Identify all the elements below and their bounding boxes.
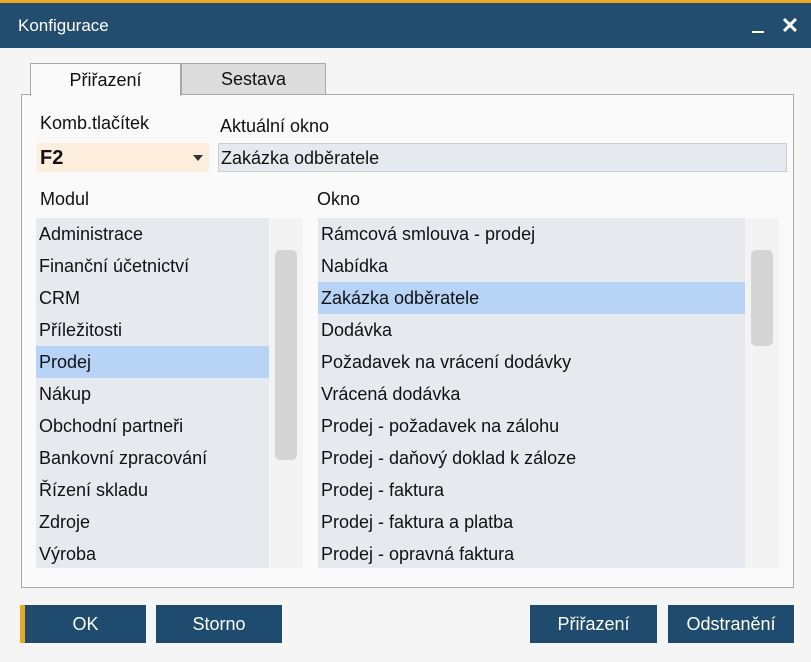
tab-report[interactable]: Sestava	[181, 63, 326, 95]
ok-button[interactable]: OK	[20, 605, 146, 643]
current-window-value: Zakázka odběratele	[221, 148, 380, 168]
module-item[interactable]: Zdroje	[36, 506, 269, 538]
button-combo-select[interactable]: F2	[37, 143, 209, 172]
cancel-button[interactable]: Storno	[156, 605, 282, 643]
module-list-label: Modul	[40, 189, 90, 209]
module-item[interactable]: Nákup	[36, 378, 269, 410]
window-item[interactable]: Prodej - opravná faktura	[318, 538, 745, 568]
tab-assignment[interactable]: Přiřazení	[30, 63, 181, 96]
title-bar: Konfigurace ✕	[0, 0, 811, 48]
module-item[interactable]: Administrace	[36, 218, 269, 250]
window-list[interactable]: Rámcová smlouva - prodej Nabídka Zakázka…	[318, 218, 745, 568]
module-item-selected[interactable]: Prodej	[36, 346, 269, 378]
close-icon: ✕	[780, 13, 800, 38]
current-window-label: Aktuální okno	[220, 116, 330, 136]
window-item[interactable]: Nabídka	[318, 250, 745, 282]
module-item[interactable]: Obchodní partneři	[36, 410, 269, 442]
current-window-field: Zakázka odběratele	[218, 143, 787, 172]
module-item[interactable]: Finanční účetnictví	[36, 250, 269, 282]
module-scroll-thumb[interactable]	[275, 250, 297, 460]
window-item[interactable]: Prodej - požadavek na zálohu	[318, 410, 745, 442]
window-item[interactable]: Vrácená dodávka	[318, 378, 745, 410]
module-item[interactable]: Příležitosti	[36, 314, 269, 346]
tab-assignment-label: Přiřazení	[69, 69, 142, 90]
button-combo-label: Komb.tlačítek	[40, 113, 150, 133]
close-button[interactable]: ✕	[776, 11, 804, 41]
window-item[interactable]: Dodávka	[318, 314, 745, 346]
window-scrollbar[interactable]	[745, 218, 779, 568]
ok-button-label: OK	[72, 613, 99, 634]
window-item[interactable]: Prodej - faktura a platba	[318, 506, 745, 538]
window-item[interactable]: Prodej - faktura	[318, 474, 745, 506]
window-list-label: Okno	[317, 189, 361, 209]
button-combo-value: F2	[40, 147, 64, 169]
minimize-button[interactable]	[744, 11, 772, 41]
cancel-button-label: Storno	[192, 613, 246, 634]
assign-button-label: Přiřazení	[557, 613, 630, 634]
window-item[interactable]: Prodej - daňový doklad k záloze	[318, 442, 745, 474]
remove-button-label: Odstranění	[686, 613, 776, 634]
configuration-dialog: Konfigurace ✕ Přiřazení Sestava Komb.tla…	[0, 0, 811, 662]
module-item[interactable]: Výroba	[36, 538, 269, 568]
remove-button[interactable]: Odstranění	[668, 605, 794, 643]
module-item[interactable]: Bankovní zpracování	[36, 442, 269, 474]
window-item[interactable]: Požadavek na vrácení dodávky	[318, 346, 745, 378]
window-item[interactable]: Rámcová smlouva - prodej	[318, 218, 745, 250]
assign-button[interactable]: Přiřazení	[530, 605, 657, 643]
module-list[interactable]: Administrace Finanční účetnictví CRM Pří…	[36, 218, 269, 568]
dropdown-arrow-icon	[193, 155, 203, 161]
window-title: Konfigurace	[18, 16, 109, 35]
module-item[interactable]: CRM	[36, 282, 269, 314]
tab-report-label: Sestava	[220, 68, 287, 89]
window-scroll-thumb[interactable]	[751, 250, 773, 346]
minimize-icon	[752, 31, 764, 33]
module-item[interactable]: Řízení skladu	[36, 474, 269, 506]
module-scrollbar[interactable]	[269, 218, 303, 568]
window-item-selected[interactable]: Zakázka odběratele	[318, 282, 745, 314]
